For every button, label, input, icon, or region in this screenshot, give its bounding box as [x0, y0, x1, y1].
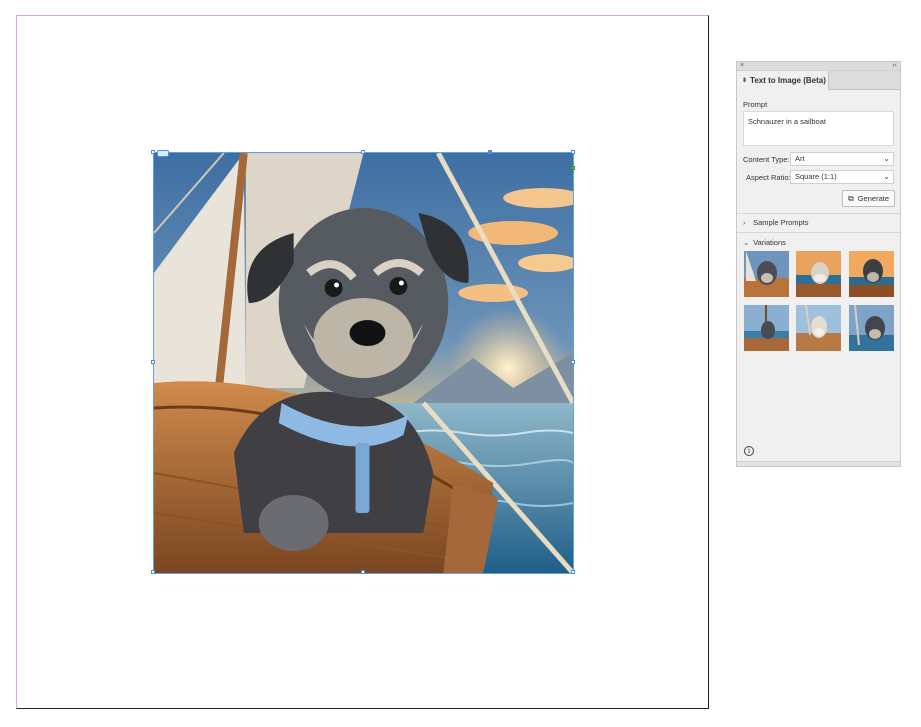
prompt-input[interactable]: Schnauzer in a sailboat — [743, 111, 894, 146]
prompt-label: Prompt — [743, 100, 768, 109]
frame-edit-handle[interactable] — [571, 166, 575, 170]
sample-prompts-label: Sample Prompts — [753, 218, 809, 227]
aspect-ratio-select[interactable]: Square (1:1) ⌄ — [790, 170, 894, 184]
prompt-text: Schnauzer in a sailboat — [748, 117, 826, 126]
text-to-image-panel: × ‹‹ ⬍ Text to Image (Beta) Prompt Schna… — [736, 61, 901, 467]
chevron-down-icon: ⌄ — [883, 172, 890, 181]
variation-thumbnail-6[interactable] — [849, 305, 894, 351]
sample-prompts-toggle[interactable]: › Sample Prompts — [743, 218, 809, 227]
variation-thumbnail-4[interactable] — [744, 305, 789, 351]
content-grabber[interactable] — [488, 150, 492, 154]
content-type-select[interactable]: Art ⌄ — [790, 152, 894, 166]
close-icon[interactable]: × — [740, 61, 744, 70]
info-icon[interactable]: i — [744, 446, 754, 456]
divider — [737, 213, 900, 214]
generate-label: Generate — [857, 194, 889, 203]
chevron-down-icon: ⌄ — [883, 154, 890, 163]
resize-handle-right[interactable] — [571, 360, 575, 364]
variation-thumbnail-3[interactable] — [849, 251, 894, 297]
variations-toggle[interactable]: ⌄ Variations — [743, 238, 786, 247]
tab-text-to-image[interactable]: ⬍ Text to Image (Beta) — [737, 71, 829, 90]
resize-handle-bottom-left[interactable] — [151, 570, 155, 574]
variation-thumbnail-2[interactable] — [796, 251, 841, 297]
collapse-panel-icon[interactable]: ‹‹ — [892, 61, 897, 70]
generate-icon: ⧉ — [848, 193, 854, 203]
panel-title-bar[interactable]: × ‹‹ — [737, 62, 900, 71]
resize-handle-bottom-right[interactable] — [571, 570, 575, 574]
up-down-icon: ⬍ — [742, 78, 748, 84]
aspect-ratio-value: Square (1:1) — [795, 172, 837, 181]
frame-content-indicator[interactable] — [157, 150, 169, 157]
generate-button[interactable]: ⧉ Generate — [842, 190, 895, 207]
variation-thumbnail-5[interactable] — [796, 305, 841, 351]
divider — [737, 232, 900, 233]
resize-handle-top-left[interactable] — [151, 150, 155, 154]
chevron-right-icon: › — [743, 218, 746, 227]
resize-handle-left[interactable] — [151, 360, 155, 364]
generated-image — [154, 153, 573, 573]
resize-handle-top[interactable] — [361, 150, 365, 154]
content-type-value: Art — [795, 154, 805, 163]
content-type-label: Content Type: — [743, 155, 790, 164]
document-page — [16, 15, 709, 709]
image-frame[interactable] — [151, 150, 575, 574]
variations-label: Variations — [753, 238, 786, 247]
tab-label: Text to Image (Beta) — [750, 76, 826, 85]
chevron-down-icon: ⌄ — [743, 238, 750, 247]
aspect-ratio-label: Aspect Ratio: — [746, 173, 791, 182]
variation-thumbnail-1[interactable] — [744, 251, 789, 297]
panel-tab-bar: ⬍ Text to Image (Beta) — [737, 71, 900, 90]
panel-bottom-edge — [737, 461, 900, 466]
resize-handle-top-right[interactable] — [571, 150, 575, 154]
resize-handle-bottom[interactable] — [361, 570, 365, 574]
